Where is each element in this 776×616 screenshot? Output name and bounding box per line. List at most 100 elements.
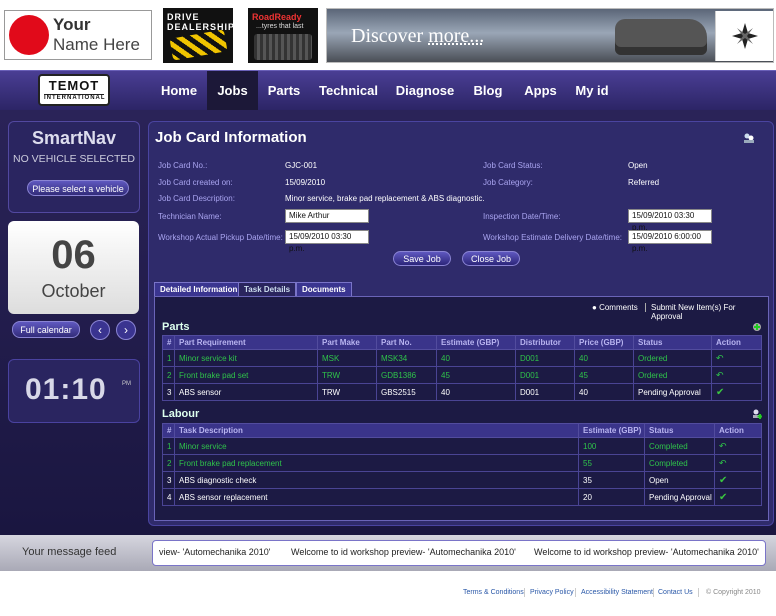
- calendar-next-icon[interactable]: ›: [116, 320, 136, 340]
- tab-task-details[interactable]: Task Details: [238, 282, 297, 296]
- inspection-input[interactable]: 15/09/2010 03:30 p.m.: [628, 209, 712, 232]
- cell: TRW: [317, 383, 377, 401]
- ad-roadready[interactable]: RoadReady ...tyres that last: [248, 8, 318, 63]
- feed-label: Your message feed: [22, 546, 117, 558]
- save-job-button[interactable]: Save Job: [393, 251, 451, 266]
- cell: GDB1386: [376, 366, 437, 384]
- footer-link-terms[interactable]: Terms & Conditions: [463, 589, 524, 596]
- description-label: Job Card Description:: [158, 194, 235, 203]
- category-label: Job Category:: [483, 178, 533, 187]
- users-settings-icon[interactable]: [743, 132, 755, 147]
- nav-apps[interactable]: Apps: [513, 71, 568, 111]
- footer-link-accessibility[interactable]: Accessibility Statement: [581, 589, 653, 596]
- footer-separator: [524, 588, 525, 597]
- footer-link-privacy[interactable]: Privacy Policy: [530, 589, 574, 596]
- submit-approval-link[interactable]: Submit New Item(s) For Approval: [651, 303, 768, 321]
- created-label: Job Card created on:: [158, 178, 233, 187]
- clock-time: 01:10: [25, 373, 107, 406]
- nav-my-id[interactable]: My id: [568, 71, 616, 111]
- cell: D001: [515, 349, 575, 367]
- cell: 40: [574, 383, 634, 401]
- full-calendar-button[interactable]: Full calendar: [12, 321, 80, 338]
- ad-drive-dealership[interactable]: DRIVE DEALERSHIP: [163, 8, 234, 63]
- cell: 40: [574, 349, 634, 367]
- labour-col-no: #: [162, 423, 175, 438]
- message-feed-bar: Your message feed view- 'Automechanika 2…: [0, 535, 776, 571]
- clock-ampm: PM: [122, 381, 131, 387]
- page-title: Job Card Information: [155, 129, 307, 146]
- cell: 4: [162, 488, 175, 506]
- select-vehicle-button[interactable]: Please select a vehicle: [27, 180, 129, 196]
- cell: Pending Approval: [633, 383, 712, 401]
- add-labour-icon[interactable]: [752, 409, 763, 422]
- cell: 45: [436, 366, 516, 384]
- nav-jobs[interactable]: Jobs: [207, 71, 258, 111]
- cell: GBS2515: [376, 383, 437, 401]
- cell: Completed: [644, 454, 715, 472]
- tab-documents[interactable]: Documents: [296, 282, 352, 296]
- approve-check-icon[interactable]: ✔: [711, 383, 762, 401]
- footer: Terms & Conditions Privacy Policy Access…: [0, 571, 776, 616]
- labour-col-action: Action: [714, 423, 762, 438]
- undo-icon[interactable]: ↶: [714, 437, 762, 455]
- undo-icon[interactable]: ↶: [711, 366, 762, 384]
- cell: Ordered: [633, 349, 712, 367]
- parts-col-no: #: [162, 335, 175, 350]
- nav-home[interactable]: Home: [151, 71, 207, 111]
- top-banner: Your Name Here DRIVE DEALERSHIP RoadRead…: [0, 0, 776, 70]
- company-logo[interactable]: Your Name Here: [4, 10, 152, 60]
- table-row: 1 Minor service kit MSK MSK34 40 D001 40…: [162, 349, 762, 367]
- parts-col-make: Part Make: [317, 335, 377, 350]
- cell: ABS sensor: [174, 383, 318, 401]
- nav-technical[interactable]: Technical: [310, 71, 387, 111]
- ad2-tagline: ...tyres that last: [256, 23, 304, 30]
- calendar-month: October: [41, 281, 106, 301]
- labour-col-estimate: Estimate (GBP): [578, 423, 645, 438]
- cell: Front brake pad replacement: [174, 454, 579, 472]
- cell: Front brake pad set: [174, 366, 318, 384]
- table-row: 3 ABS diagnostic check 35 Open ✔: [162, 471, 762, 489]
- parts-col-price: Price (GBP): [574, 335, 634, 350]
- parts-col-distributor: Distributor: [515, 335, 575, 350]
- ad1-graphic: [169, 29, 228, 61]
- footer-separator: [653, 588, 654, 597]
- footer-link-contact[interactable]: Contact Us: [658, 589, 693, 596]
- ad-discover-more[interactable]: Discover more...: [326, 8, 774, 63]
- undo-icon[interactable]: ↶: [711, 349, 762, 367]
- technician-input[interactable]: Mike Arthur: [285, 209, 369, 223]
- cell: 35: [578, 471, 645, 489]
- temot-logo[interactable]: TEMOT INTERNATIONAL: [38, 74, 110, 106]
- cell: ABS diagnostic check: [174, 471, 579, 489]
- feed-ticker[interactable]: view- 'Automechanika 2010' Welcome to id…: [152, 540, 766, 566]
- parts-col-estimate: Estimate (GBP): [436, 335, 516, 350]
- delivery-input[interactable]: 15/09/2010 6:00:00 p.m.: [628, 230, 712, 253]
- add-part-icon[interactable]: [752, 322, 762, 335]
- undo-icon[interactable]: ↶: [714, 454, 762, 472]
- nav-blog[interactable]: Blog: [463, 71, 513, 111]
- task-details-content: ● Comments Submit New Item(s) For Approv…: [154, 296, 769, 521]
- labour-table: # Task Description Estimate (GBP) Status…: [162, 423, 762, 506]
- approve-check-icon[interactable]: ✔: [714, 488, 762, 506]
- logo-circle-icon: [9, 15, 49, 55]
- smartnav-status: NO VEHICLE SELECTED: [13, 153, 135, 165]
- cell: Minor service kit: [174, 349, 318, 367]
- calendar-prev-icon[interactable]: ‹: [90, 320, 110, 340]
- cell: 100: [578, 437, 645, 455]
- cell: 40: [436, 349, 516, 367]
- approve-check-icon[interactable]: ✔: [714, 471, 762, 489]
- cell: ABS sensor replacement: [174, 488, 579, 506]
- comments-link[interactable]: ● Comments: [592, 303, 638, 312]
- job-description: Minor service, brake pad replacement & A…: [285, 194, 485, 203]
- cell: 1: [162, 437, 175, 455]
- parts-col-status: Status: [633, 335, 712, 350]
- close-job-button[interactable]: Close Job: [462, 251, 520, 266]
- cell: Completed: [644, 437, 715, 455]
- car-image: [615, 19, 707, 55]
- tyre-graphic: [254, 34, 312, 60]
- nav-diagnose[interactable]: Diagnose: [387, 71, 463, 111]
- brand-top: TEMOT: [48, 78, 100, 93]
- tab-detailed-information[interactable]: Detailed Information: [154, 282, 244, 296]
- parts-table: # Part Requirement Part Make Part No. Es…: [162, 335, 762, 401]
- pickup-input[interactable]: 15/09/2010 03:30 p.m.: [285, 230, 369, 253]
- nav-parts[interactable]: Parts: [258, 71, 310, 111]
